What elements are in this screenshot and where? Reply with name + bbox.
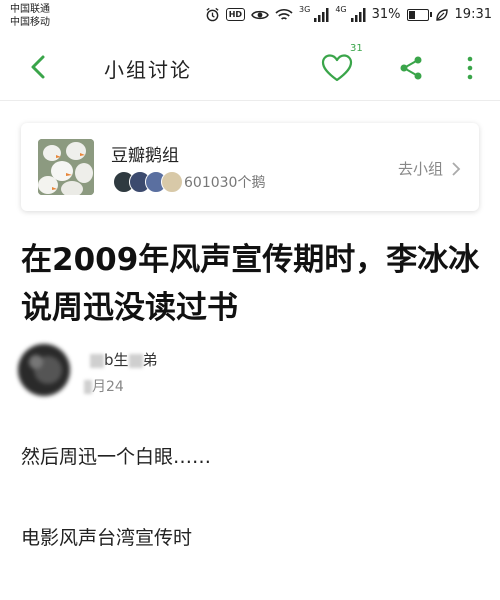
post-date-text: 月24: [92, 379, 124, 395]
status-icons: HD 3G 4G 31% 19:31: [205, 5, 492, 22]
redacted-text: [90, 353, 104, 368]
member-avatars: [113, 171, 183, 193]
carrier-2: 中国移动: [10, 17, 50, 28]
more-icon: [467, 56, 473, 80]
member-avatar: [161, 171, 183, 193]
post-paragraph: 然后周迅一个白眼……: [21, 446, 212, 468]
share-icon: [400, 56, 422, 80]
hd-icon: HD: [225, 8, 246, 21]
author-name-part-1: b生: [104, 351, 129, 369]
wifi-icon: [275, 8, 293, 22]
back-icon: [31, 55, 45, 79]
chevron-right-icon: [452, 161, 461, 176]
redacted-text: [84, 380, 92, 394]
status-bar: 中国联通 中国移动 HD 3G 4G 31% 19:31: [0, 0, 500, 34]
group-name: 豆瓣鹅组: [111, 146, 179, 166]
author-name-part-2: 弟: [142, 351, 158, 369]
battery-icon: [406, 8, 432, 21]
post-date: 月24: [84, 376, 124, 396]
battery-text: 31%: [371, 7, 401, 22]
network-label-4g: 4G: [335, 5, 347, 14]
top-app-bar: 小组讨论 31: [0, 34, 500, 101]
eye-icon: [251, 9, 269, 21]
author-avatar[interactable]: [18, 344, 70, 396]
network-label-3g: 3G: [299, 5, 311, 14]
author-name[interactable]: b生弟: [90, 349, 158, 370]
battery-level-fill: [408, 10, 415, 19]
redacted-text: [128, 353, 143, 368]
group-member-count: 601030个鹅: [184, 175, 266, 191]
carrier-1: 中国联通: [10, 4, 50, 15]
heart-icon: [321, 54, 353, 82]
goto-group-label: 去小组: [397, 160, 443, 178]
signal-icon: [313, 7, 329, 22]
back-button[interactable]: [24, 52, 54, 82]
signal-icon-2: [350, 7, 366, 22]
page-title: 小组讨论: [104, 58, 192, 82]
alarm-icon: [205, 7, 220, 22]
post-title: 在2009年风声宣传期时，李冰冰说周迅没读过书: [21, 242, 480, 326]
group-thumbnail: [38, 139, 94, 195]
like-count: 31: [350, 43, 363, 54]
like-button[interactable]: [320, 52, 354, 84]
clock-time: 19:31: [454, 7, 492, 22]
post-paragraph: 电影风声台湾宣传时: [21, 527, 193, 549]
share-button[interactable]: [397, 54, 425, 82]
more-button[interactable]: [460, 54, 480, 82]
group-card[interactable]: 豆瓣鹅组 601030个鹅 去小组: [21, 123, 479, 211]
goto-group-link[interactable]: 去小组: [398, 158, 461, 179]
leaf-icon: [435, 8, 449, 22]
carrier-labels: 中国联通 中国移动: [10, 3, 50, 29]
